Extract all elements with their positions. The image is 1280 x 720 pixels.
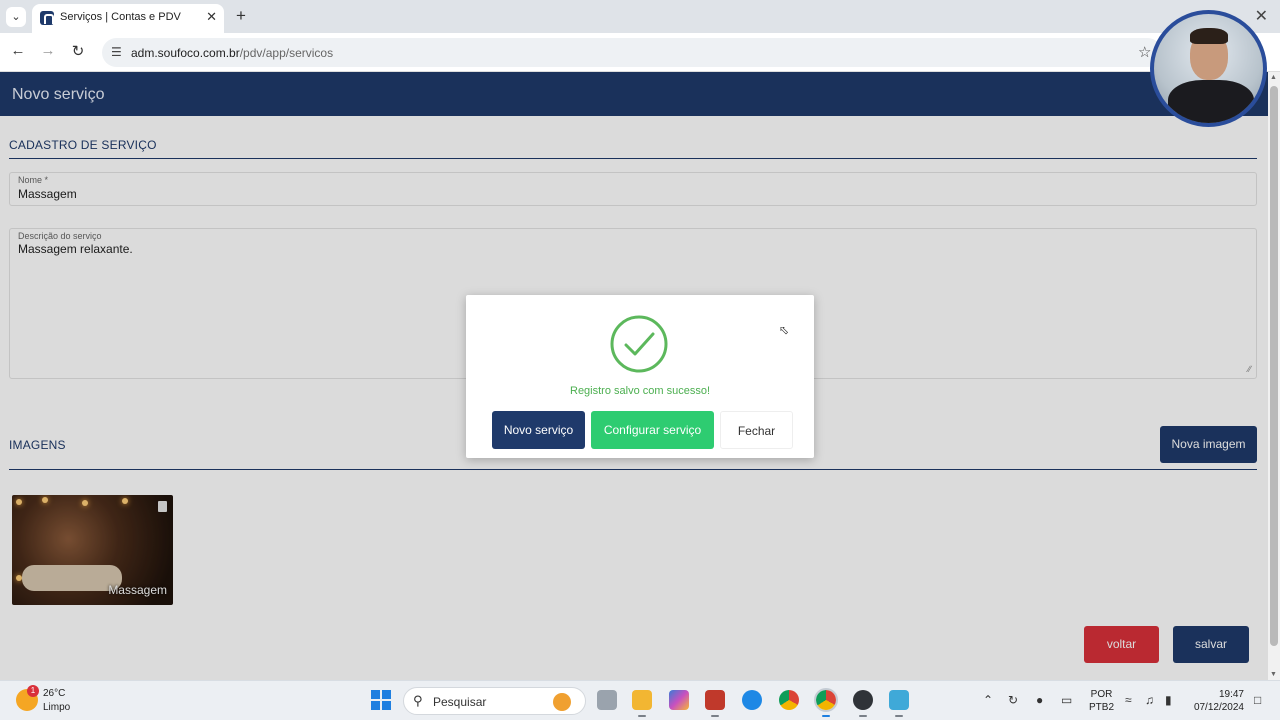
clock-time: 19:47 xyxy=(1218,689,1244,700)
notifications-icon[interactable]: □ xyxy=(1254,693,1261,707)
success-dialog: Registro salvo com sucesso! Novo serviço… xyxy=(466,295,814,458)
forward-icon[interactable]: → xyxy=(38,42,58,59)
battery-icon[interactable]: ▮ xyxy=(1165,693,1172,707)
taskbar: 1 26°C Limpo ⚲ Pesquisar ⌃ ↻ ● ▭ POR PTB… xyxy=(0,680,1280,720)
weather-condition[interactable]: Limpo xyxy=(43,702,70,713)
notepad-icon[interactable] xyxy=(889,690,909,710)
url-text: adm.soufoco.com.br/pdv/app/servicos xyxy=(131,46,333,60)
taskbar-search[interactable]: ⚲ Pesquisar xyxy=(403,687,586,715)
site-favicon-icon xyxy=(40,11,54,25)
scroll-down-icon[interactable]: ▼ xyxy=(1270,671,1277,678)
webcam-overlay xyxy=(1150,10,1267,127)
copilot-icon[interactable] xyxy=(669,690,689,710)
weather-temperature[interactable]: 26°C xyxy=(43,688,65,699)
windows-start-icon[interactable] xyxy=(371,690,391,710)
volume-icon[interactable]: ♫ xyxy=(1145,693,1154,707)
window-close-icon[interactable]: ✕ xyxy=(1255,6,1268,26)
wifi-icon[interactable]: ≈ xyxy=(1125,693,1132,707)
scroll-thumb[interactable] xyxy=(1270,86,1278,646)
system-clock[interactable]: 19:47 07/12/2024 xyxy=(1192,688,1244,714)
task-view-icon[interactable] xyxy=(597,690,617,710)
bookmark-star-icon[interactable]: ☆ xyxy=(1138,43,1151,61)
search-placeholder: Pesquisar xyxy=(433,695,487,709)
clock-date: 07/12/2024 xyxy=(1193,702,1244,713)
search-icon: ⚲ xyxy=(413,693,423,708)
browser-tab[interactable]: Serviços | Contas e PDV ✕ xyxy=(32,4,224,33)
weather-badge: 1 xyxy=(27,685,39,697)
running-indicator xyxy=(711,715,719,717)
running-indicator xyxy=(895,715,903,717)
url-path: /pdv/app/servicos xyxy=(239,46,334,60)
sync-icon[interactable]: ↻ xyxy=(1008,693,1018,707)
running-indicator xyxy=(638,715,646,717)
microphone-icon[interactable]: ● xyxy=(1036,693,1043,707)
person-body xyxy=(1168,80,1254,123)
chrome-icon[interactable] xyxy=(779,690,799,710)
fechar-button[interactable]: Fechar xyxy=(720,411,793,449)
success-check-icon xyxy=(610,315,668,373)
scroll-up-icon[interactable]: ▲ xyxy=(1270,74,1277,81)
success-message: Registro salvo com sucesso! xyxy=(570,385,710,397)
reload-icon[interactable]: ↻ xyxy=(68,42,88,60)
running-indicator xyxy=(859,715,867,717)
address-bar[interactable]: ☰ adm.soufoco.com.br/pdv/app/servicos xyxy=(102,38,1162,67)
chrome-profile-icon[interactable] xyxy=(814,688,838,712)
novo-servico-button[interactable]: Novo serviço xyxy=(492,411,585,449)
new-tab-plus-icon[interactable]: + xyxy=(236,6,246,26)
display-icon[interactable]: ▭ xyxy=(1061,693,1072,707)
snipping-tool-icon[interactable] xyxy=(705,690,725,710)
keyboard-layout: PTB2 xyxy=(1089,702,1115,713)
edge-browser-icon[interactable] xyxy=(742,690,762,710)
lang-code: POR xyxy=(1090,689,1113,700)
mouse-cursor-icon: ⬁ xyxy=(779,323,790,337)
site-settings-icon[interactable]: ☰ xyxy=(111,45,122,59)
obs-studio-icon[interactable] xyxy=(853,690,873,710)
tab-close-icon[interactable]: ✕ xyxy=(206,9,217,25)
browser-toolbar: ← → ↻ ☰ adm.soufoco.com.br/pdv/app/servi… xyxy=(0,33,1280,72)
show-hidden-icons-icon[interactable]: ⌃ xyxy=(983,693,993,707)
tab-title: Serviços | Contas e PDV xyxy=(60,11,181,23)
url-host: adm.soufoco.com.br xyxy=(131,46,240,60)
person-hair xyxy=(1190,28,1228,44)
input-language[interactable]: POR PTB2 xyxy=(1089,688,1114,714)
browser-tab-bar: ⌄ Serviços | Contas e PDV ✕ + ✕ xyxy=(0,0,1280,33)
tab-search-chevron-icon[interactable]: ⌄ xyxy=(6,7,26,27)
active-indicator xyxy=(822,715,830,717)
back-icon[interactable]: ← xyxy=(8,42,28,59)
page-scrollbar[interactable]: ▲ ▼ xyxy=(1268,72,1280,680)
file-explorer-icon[interactable] xyxy=(632,690,652,710)
configurar-servico-button[interactable]: Configurar serviço xyxy=(591,411,714,449)
search-highlight-icon xyxy=(553,693,571,711)
